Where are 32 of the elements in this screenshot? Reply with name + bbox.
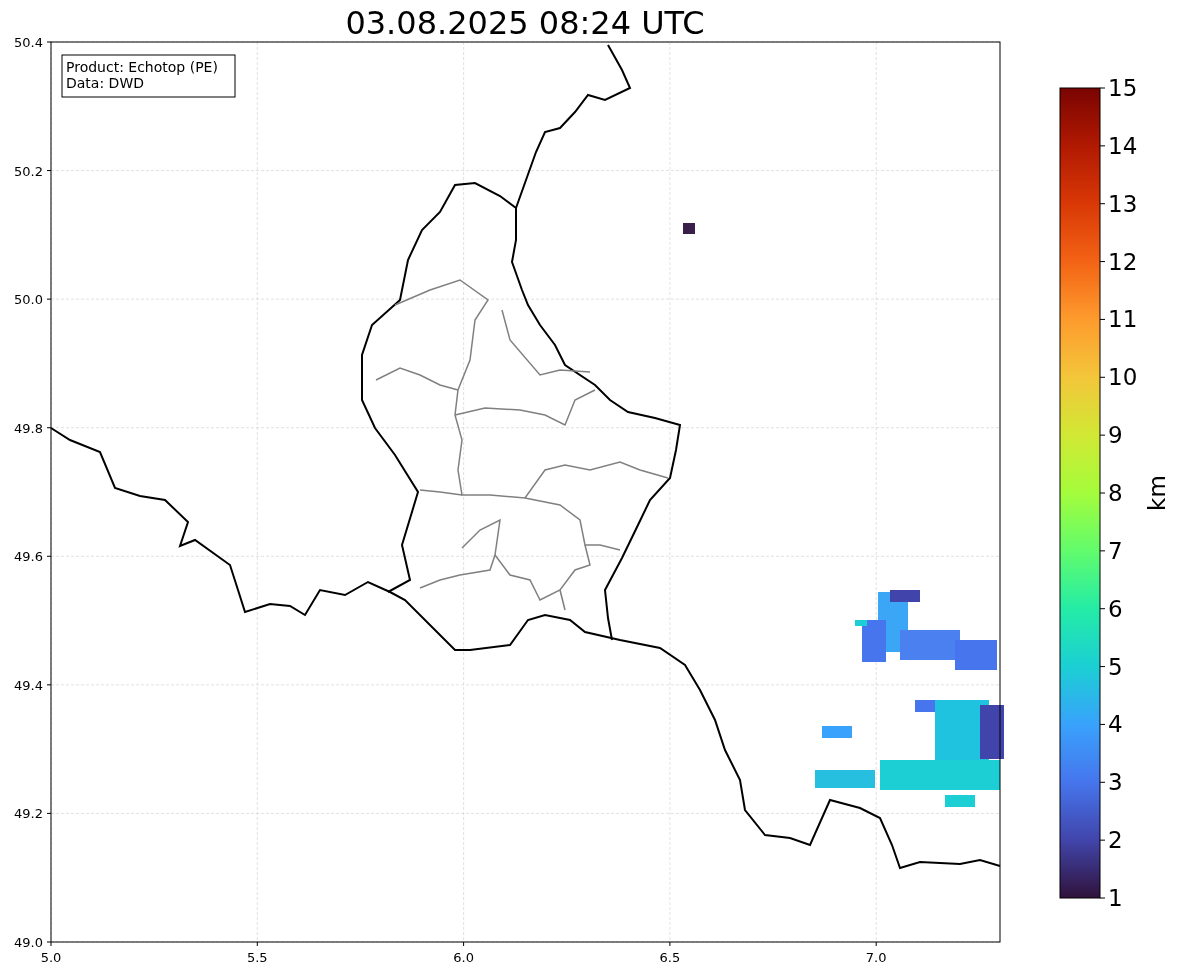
colorbar-tick-label: 13: [1108, 190, 1138, 217]
colorbar-tick-label: 2: [1108, 827, 1123, 854]
axis-tick-label: 50.0: [14, 292, 43, 308]
colorbar-tick-label: 15: [1108, 75, 1138, 101]
info-text: Data: DWD: [66, 75, 144, 91]
colorbar-tick-label: 8: [1108, 480, 1123, 506]
axis-tick-label: 50.4: [14, 35, 43, 50]
axis-tick-label: 7.0: [865, 950, 887, 965]
axis-tick-label: 49.4: [14, 677, 43, 693]
colorbar-tick-label: 7: [1108, 537, 1123, 564]
colorbar-label: km: [1144, 475, 1170, 511]
colorbar-tick-label: 12: [1108, 248, 1138, 275]
colorbar-tick-label: 4: [1108, 711, 1123, 738]
axis-tick-label: 49.8: [14, 420, 43, 436]
axis-tick-label: 50.2: [14, 163, 43, 179]
axis-tick-label: 49.6: [14, 549, 43, 565]
colorbar-tick-label: 6: [1108, 595, 1123, 622]
plot-title: 03.08.2025 08:24 UTC: [345, 4, 705, 42]
colorbar-tick-label: 3: [1108, 769, 1123, 796]
colorbar-tick-label: 11: [1108, 306, 1138, 333]
axis-tick-label: 6.5: [659, 950, 681, 965]
axis-tick-label: 5.5: [246, 950, 268, 965]
colorbar-tick-label: 14: [1108, 132, 1138, 159]
colorbar-tick-label: 9: [1108, 422, 1123, 449]
colorbar-tick-label: 5: [1108, 653, 1123, 680]
axis-tick-label: 6.0: [453, 950, 474, 965]
axis-tick-label: 5.0: [40, 950, 62, 965]
axis-tick-label: 49.2: [14, 806, 43, 822]
colorbar-tick-label: 1: [1108, 885, 1123, 911]
axis-tick-label: 49.0: [14, 935, 43, 950]
info-text: Product: Echotop (PE): [66, 59, 218, 75]
colorbar-tick-label: 10: [1108, 364, 1138, 391]
